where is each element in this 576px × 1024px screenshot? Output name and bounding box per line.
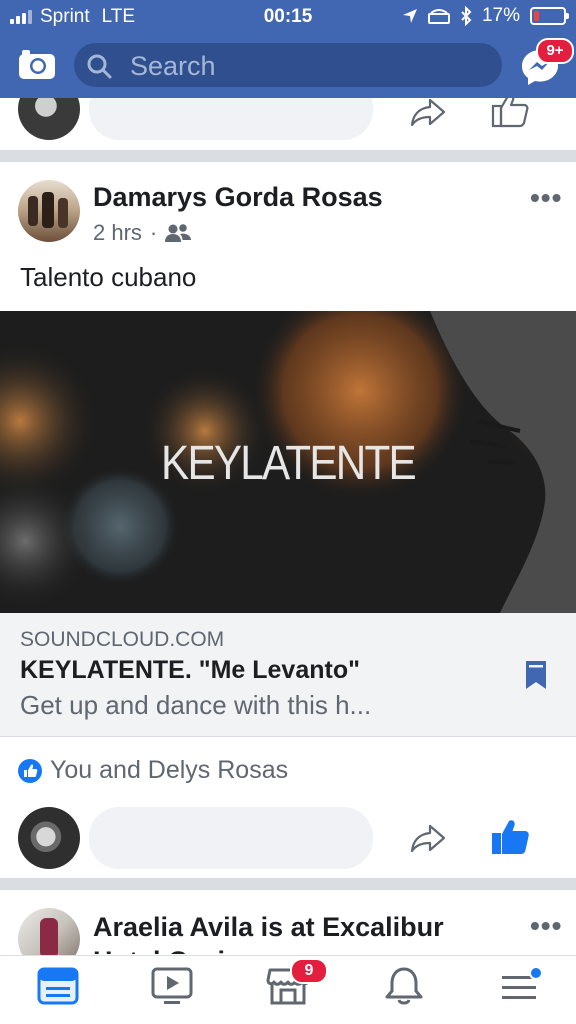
like-reaction-icon [18, 758, 42, 783]
tty-icon [427, 9, 450, 24]
watch-video-icon [151, 967, 193, 1004]
meta-separator: · [149, 220, 158, 245]
bell-icon [385, 967, 423, 1005]
tab-watch[interactable] [150, 966, 198, 1014]
tab-news-feed[interactable] [36, 966, 84, 1014]
tab-notifications[interactable] [382, 966, 430, 1014]
tab-marketplace[interactable]: 9 [266, 958, 328, 1014]
bluetooth-icon [461, 6, 472, 26]
hamburger-menu-icon [502, 966, 543, 999]
status-bar: Sprint LTE 00:15 17% [0, 0, 576, 34]
messenger-button[interactable]: 9+ [518, 38, 574, 88]
feed-divider [0, 150, 576, 162]
post-meta: 2 hrs · [93, 220, 192, 246]
write-comment-input[interactable] [89, 807, 373, 869]
link-domain: SOUNDCLOUD.COM [20, 628, 225, 651]
like-filled-icon[interactable] [490, 818, 530, 856]
post-author-name[interactable]: Damarys Gorda Rosas [93, 182, 383, 213]
tab-menu[interactable] [498, 966, 546, 1014]
previous-post-comment-row [0, 98, 576, 150]
reactions-text: You and Delys Rosas [50, 756, 289, 784]
next-post-options-button[interactable]: ••• [530, 910, 562, 942]
camera-button[interactable] [18, 48, 56, 80]
current-user-avatar [18, 807, 80, 869]
news-feed-icon [37, 967, 79, 1005]
location-icon [402, 9, 417, 23]
battery-icon [530, 7, 569, 25]
messenger-badge: 9+ [536, 38, 574, 64]
search-bar[interactable]: Search [74, 43, 502, 87]
post-time[interactable]: 2 hrs [93, 220, 142, 246]
save-bookmark-icon[interactable] [525, 660, 547, 690]
link-description: Get up and dance with this h... [20, 690, 372, 720]
image-title-text: KEYLATENTE [161, 437, 417, 490]
write-comment-input[interactable] [89, 98, 373, 140]
feed-divider [0, 878, 576, 890]
search-placeholder: Search [130, 51, 216, 81]
battery-percent: 17% [481, 5, 520, 26]
bottom-tab-bar: 9 [0, 955, 576, 1024]
post-text: Talento cubano [20, 262, 197, 292]
reactions-summary[interactable]: You and Delys Rosas [18, 756, 288, 785]
marketplace-badge: 9 [290, 958, 328, 984]
friends-audience-icon [165, 224, 192, 242]
app-header: Search 9+ [0, 38, 576, 92]
search-icon [87, 54, 112, 79]
post-options-button[interactable]: ••• [530, 182, 562, 214]
link-title[interactable]: KEYLATENTE. "Me Levanto" [20, 656, 360, 685]
top-bar: Sprint LTE 00:15 17% Search 9+ [0, 0, 576, 98]
share-icon[interactable] [410, 98, 446, 128]
share-icon[interactable] [410, 822, 446, 854]
like-outline-icon[interactable] [490, 98, 530, 128]
current-user-avatar [18, 98, 80, 140]
next-post-author[interactable]: Araelia Avila is at Excalibur Hotel Casi… [93, 910, 513, 954]
author-avatar[interactable] [18, 180, 80, 242]
camera-icon [19, 50, 55, 79]
